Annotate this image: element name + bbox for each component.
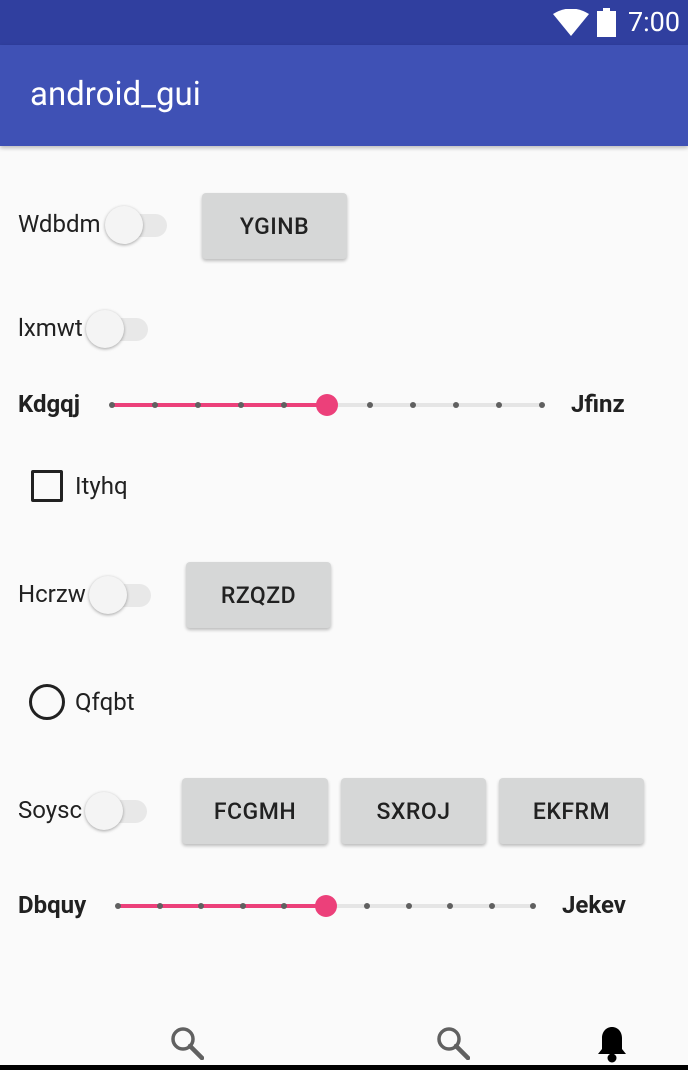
slider-label-right-jfinz: Jfinz: [571, 390, 625, 418]
seekbar-tick: [239, 903, 246, 909]
seekbar-tick: [115, 903, 121, 909]
seekbar-progress: [112, 403, 327, 407]
seekbar-tick: [405, 903, 412, 909]
radio-qfqbt[interactable]: [29, 684, 65, 720]
seekbar-tick: [198, 903, 204, 909]
switch-label-lxmwt: lxmwt: [18, 314, 83, 342]
seekbar-tick: [488, 903, 495, 909]
seekbar-tick: [281, 402, 287, 408]
seekbar-tick: [530, 903, 536, 909]
switch-label-hcrzw: Hcrzw: [18, 580, 86, 608]
search-icon[interactable]: [170, 1026, 204, 1060]
seekbar-thumb[interactable]: [314, 895, 337, 917]
app-bar: android_gui: [0, 45, 688, 146]
ekfrm-button[interactable]: EKFRM: [499, 778, 644, 844]
switch-lxmwt[interactable]: [86, 310, 150, 348]
bottom-navigation: [0, 1010, 688, 1070]
battery-icon: [597, 8, 616, 37]
app-title: android_gui: [30, 75, 201, 114]
seekbar-tick: [281, 903, 287, 909]
seekbar-kdgqj[interactable]: [109, 390, 545, 420]
seekbar-tick: [367, 402, 373, 408]
notifications-icon[interactable]: [596, 1025, 628, 1063]
seekbar-tick: [238, 402, 244, 408]
seekbar-dbquy[interactable]: [115, 891, 536, 921]
status-bar: 7:00: [0, 0, 688, 45]
status-time: 7:00: [627, 6, 680, 38]
seekbar-tick: [195, 402, 201, 408]
switch-label-soysc: Soysc: [18, 796, 83, 824]
slider-label-left-kdgqj: Kdgqj: [18, 390, 80, 418]
checkbox-label-ityhq: Ityhq: [75, 472, 128, 500]
seekbar-tick: [453, 402, 459, 408]
switch-soysc[interactable]: [85, 792, 149, 830]
yginb-button[interactable]: YGINB: [202, 193, 347, 259]
switch-label-wdbdm: Wdbdm: [18, 210, 101, 238]
seekbar-tick: [410, 402, 416, 408]
bottom-edge: [0, 1065, 688, 1070]
seekbar-tick: [109, 402, 115, 408]
fcgmh-button[interactable]: FCGMH: [182, 778, 328, 844]
sxroj-button[interactable]: SXROJ: [341, 778, 486, 844]
slider-label-left-dbquy: Dbquy: [18, 891, 87, 919]
slider-label-right-jekev: Jekev: [562, 891, 626, 919]
seekbar-tick: [152, 402, 158, 408]
seekbar-progress: [118, 904, 326, 908]
checkbox-ityhq[interactable]: [31, 470, 63, 502]
seekbar-tick: [447, 903, 453, 909]
search-icon[interactable]: [436, 1026, 470, 1060]
switch-hcrzw[interactable]: [89, 576, 153, 614]
seekbar-tick: [364, 903, 370, 909]
seekbar-thumb[interactable]: [316, 394, 338, 416]
seekbar-tick: [496, 402, 502, 408]
radio-label-qfqbt: Qfqbt: [75, 688, 135, 716]
seekbar-tick: [539, 402, 545, 408]
seekbar-tick: [156, 903, 163, 909]
switch-wdbdm[interactable]: [105, 206, 169, 244]
rzqzd-button[interactable]: RZQZD: [186, 562, 331, 628]
wifi-icon: [553, 9, 589, 36]
